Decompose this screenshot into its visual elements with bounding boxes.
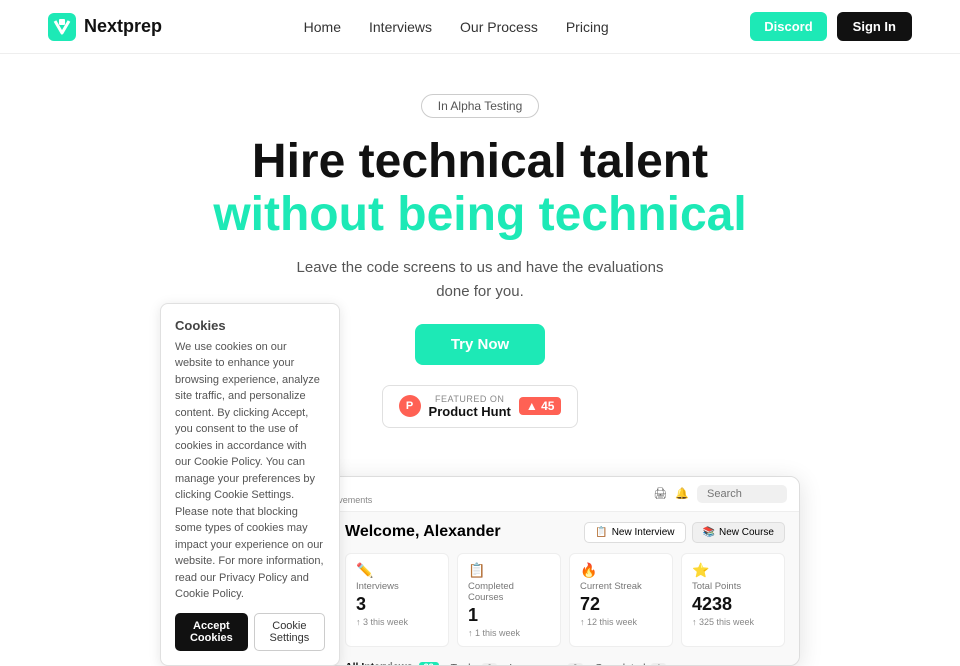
signin-button[interactable]: Sign In	[837, 12, 912, 41]
new-interview-label: New Interview	[612, 527, 675, 538]
alpha-badge: In Alpha Testing	[421, 94, 540, 118]
accept-cookies-button[interactable]: Accept Cookies	[175, 613, 248, 651]
all-count: 33	[419, 662, 439, 666]
streak-icon: 🔥	[580, 562, 662, 579]
logo-icon	[48, 13, 76, 41]
logo[interactable]: Nextprep	[48, 13, 162, 41]
titlebar-right: 🖨 🔔	[653, 485, 787, 503]
stats-row: ✏️ Interviews 3 ↑ 3 this week 📋 Complete…	[345, 553, 785, 647]
hero-section: In Alpha Testing Hire technical talent w…	[0, 54, 960, 476]
product-hunt-badge[interactable]: P FEATURED ON Product Hunt ▲ 45	[382, 385, 579, 428]
courses-label: Completed Courses	[468, 581, 550, 603]
bell-icon[interactable]: 🔔	[675, 487, 689, 500]
main-header: Welcome, Alexander 📋 New Interview 📚 New…	[345, 522, 785, 543]
cookie-banner: Cookies We use cookies on our website to…	[160, 303, 340, 666]
hero-subtext: Leave the code screens to us and have th…	[290, 256, 670, 304]
nav-our-process[interactable]: Our Process	[460, 19, 538, 35]
stat-interviews: ✏️ Interviews 3 ↑ 3 this week	[345, 553, 449, 647]
new-course-label: New Course	[719, 527, 774, 538]
tabs-row: All Interviews 33 To do 9 In progress 2 …	[345, 657, 785, 666]
tab-in-progress[interactable]: In progress 2	[509, 658, 582, 666]
ph-p: P	[406, 400, 413, 412]
interviews-value: 3	[356, 594, 438, 615]
nav-links: Home Interviews Our Process Pricing	[304, 19, 609, 35]
todo-count: 9	[482, 663, 497, 666]
welcome-text: Welcome, Alexander	[345, 523, 501, 541]
new-course-icon: 📚	[703, 527, 715, 538]
points-label: Total Points	[692, 581, 774, 592]
nav-actions: Discord Sign In	[750, 12, 912, 41]
hero-headline: Hire technical talent without being tech…	[20, 136, 940, 242]
completed-count: 1	[651, 663, 666, 666]
courses-value: 1	[468, 605, 550, 626]
search-input[interactable]	[697, 485, 787, 503]
stat-streak: 🔥 Current Streak 72 ↑ 12 this week	[569, 553, 673, 647]
new-interview-icon: 📋	[595, 527, 607, 538]
stat-points: ⭐ Total Points 4238 ↑ 325 this week	[681, 553, 785, 647]
interviews-label: Interviews	[356, 581, 438, 592]
cookie-title: Cookies	[175, 318, 325, 333]
navbar: Nextprep Home Interviews Our Process Pri…	[0, 0, 960, 54]
interviews-icon: ✏️	[356, 562, 438, 579]
new-interview-button[interactable]: 📋 New Interview	[584, 522, 685, 543]
tab-todo[interactable]: To do 9	[451, 658, 498, 666]
cookie-text: We use cookies on our website to enhance…	[175, 339, 325, 603]
header-actions: 📋 New Interview 📚 New Course	[584, 522, 785, 543]
headline-line2: without being technical	[20, 189, 940, 242]
inprogress-count: 2	[568, 663, 583, 666]
cookie-settings-button[interactable]: Cookie Settings	[254, 613, 325, 651]
streak-sub: ↑ 12 this week	[580, 617, 662, 627]
headline-line1: Hire technical talent	[20, 136, 940, 189]
new-course-button[interactable]: 📚 New Course	[692, 522, 785, 543]
courses-sub: ↑ 1 this week	[468, 628, 550, 638]
courses-stat-icon: 📋	[468, 562, 550, 579]
points-sub: ↑ 325 this week	[692, 617, 774, 627]
cookie-actions: Accept Cookies Cookie Settings	[175, 613, 325, 651]
ph-product-name: Product Hunt	[429, 404, 511, 419]
preview-container: Cookies We use cookies on our website to…	[160, 476, 800, 666]
ph-featured-label: FEATURED ON	[429, 394, 511, 404]
streak-label: Current Streak	[580, 581, 662, 592]
tab-all-interviews[interactable]: All Interviews 33	[345, 657, 439, 666]
discord-button[interactable]: Discord	[750, 12, 826, 41]
tab-completed[interactable]: Completed 1	[595, 658, 667, 666]
nav-home[interactable]: Home	[304, 19, 341, 35]
interviews-sub: ↑ 3 this week	[356, 617, 438, 627]
points-value: 4238	[692, 594, 774, 615]
ph-text: FEATURED ON Product Hunt	[429, 394, 511, 419]
logo-text: Nextprep	[84, 16, 162, 37]
nav-interviews[interactable]: Interviews	[369, 19, 432, 35]
streak-value: 72	[580, 594, 662, 615]
print-icon[interactable]: 🖨	[653, 487, 667, 500]
ph-arrow: ▲	[526, 399, 541, 413]
ph-count: ▲ 45	[519, 397, 562, 415]
app-main: Welcome, Alexander 📋 New Interview 📚 New…	[331, 512, 799, 666]
ph-icon: P	[399, 395, 421, 417]
try-now-button[interactable]: Try Now	[415, 324, 545, 365]
points-icon: ⭐	[692, 562, 774, 579]
stat-courses: 📋 Completed Courses 1 ↑ 1 this week	[457, 553, 561, 647]
nav-pricing[interactable]: Pricing	[566, 19, 609, 35]
